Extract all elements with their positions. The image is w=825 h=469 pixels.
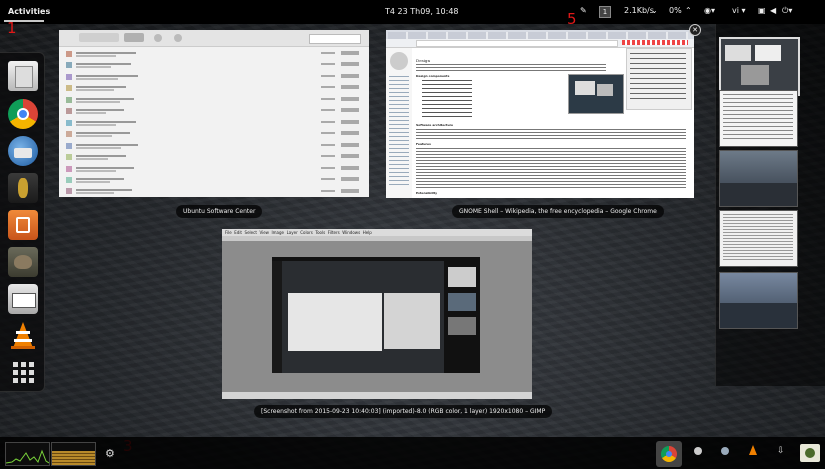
tray-notification-icon[interactable] (694, 447, 702, 455)
chrome-icon[interactable] (8, 99, 38, 129)
gimp-menu-view[interactable]: View (259, 230, 269, 235)
annotation-1: 1 (7, 19, 17, 37)
window-caption-chrome: GNOME Shell – Wikipedia, the free encycl… (452, 205, 664, 218)
gimp-menu-select[interactable]: Select (245, 230, 257, 235)
workspace-indicator[interactable]: 1 (599, 6, 611, 18)
wiki-features-heading: Features (416, 142, 431, 146)
gimp-menu-file[interactable]: File (225, 230, 232, 235)
tray-mail-icon[interactable] (721, 447, 729, 455)
chevron-up-icon[interactable]: ⌃ (685, 6, 692, 15)
cpu-graph-widget[interactable] (5, 442, 50, 466)
memory-graph-widget[interactable] (51, 442, 96, 466)
power-icon[interactable]: ⏻▾ (782, 6, 792, 16)
gimp-ruler (222, 236, 532, 241)
note-icon[interactable]: ✎ (580, 6, 587, 15)
pidgin-icon[interactable] (8, 173, 38, 203)
tray-download-icon[interactable]: ⇩ (777, 446, 785, 456)
software-center-icon[interactable] (8, 210, 38, 240)
top-bar: Activities T4 23 Th09, 10:48 ✎ 1 2.1Kb/s… (0, 0, 825, 24)
wiki-design-heading: Design (416, 58, 431, 63)
annotation-5: 5 (567, 10, 577, 28)
gimp-icon[interactable] (8, 247, 38, 277)
files-icon[interactable] (8, 61, 38, 91)
tray-chrome-item[interactable] (656, 441, 682, 467)
window-caption-software-center: Ubuntu Software Center (176, 205, 263, 218)
wiki-components-heading: Design components (416, 74, 450, 78)
gimp-canvas-image[interactable] (272, 257, 480, 373)
gimp-statusbar (222, 392, 532, 399)
show-apps-icon[interactable] (8, 357, 38, 387)
workspace-5[interactable] (719, 272, 798, 329)
gimp-menu-help[interactable]: Help (363, 230, 372, 235)
gimp-menu-edit[interactable]: Edit (234, 230, 242, 235)
wiki-screenshot-thumbnail (568, 74, 624, 114)
volume-icon[interactable]: ◀ (770, 6, 776, 15)
software-center-window[interactable] (59, 30, 369, 197)
wiki-extensibility-heading: Extensibility (416, 191, 438, 195)
workspace-2[interactable] (719, 90, 798, 147)
gimp-menu-tools[interactable]: Tools (315, 230, 325, 235)
accessibility-icon[interactable]: ◉▾ (704, 6, 715, 15)
workspace-3[interactable] (719, 150, 798, 207)
window-caption-gimp: [Screenshot from 2015-09-23 10:40:03] (i… (254, 405, 553, 418)
gimp-menu-windows[interactable]: Windows (342, 230, 360, 235)
gimp-menubar: File Edit Select View Image Layer Colors… (222, 229, 532, 236)
close-window-icon[interactable]: ✕ (689, 24, 701, 36)
activities-button[interactable]: Activities (8, 7, 50, 16)
book-reader-icon[interactable] (8, 284, 38, 314)
gimp-menu-image[interactable]: Image (271, 230, 284, 235)
screen-icon[interactable]: ▣ (758, 6, 766, 15)
workspace-4[interactable] (719, 210, 798, 267)
thunderbird-icon[interactable] (8, 136, 38, 166)
cpu-reading[interactable]: 0% (669, 6, 682, 15)
wiki-sidebar (386, 48, 412, 198)
vlc-icon[interactable] (8, 320, 38, 350)
tray-vlc-icon[interactable] (749, 445, 757, 455)
network-speed[interactable]: 2.1Kb/s (624, 6, 654, 15)
chrome-address-bar (386, 39, 694, 48)
gear-icon[interactable]: ⚙ (105, 447, 115, 460)
wiki-software-heading: Software architecture (416, 123, 454, 127)
chrome-tabstrip (386, 30, 694, 39)
window-toolbar (59, 30, 369, 47)
chevron-down-icon[interactable]: ⌄ (651, 6, 658, 15)
keyboard-layout[interactable]: vi ▾ (732, 6, 746, 15)
gimp-window[interactable]: File Edit Select View Image Layer Colors… (222, 229, 532, 399)
chrome-wikipedia-window[interactable]: Design Design components Software archit… (386, 30, 694, 198)
workspace-1[interactable] (719, 37, 800, 96)
app-list (66, 51, 359, 194)
wiki-infobox (626, 48, 692, 110)
tray-app-icon[interactable] (800, 444, 820, 462)
gimp-menu-colors[interactable]: Colors (300, 230, 313, 235)
gimp-menu-filters[interactable]: Filters (328, 230, 340, 235)
gimp-menu-layer[interactable]: Layer (287, 230, 298, 235)
clock[interactable]: T4 23 Th09, 10:48 (385, 7, 459, 16)
